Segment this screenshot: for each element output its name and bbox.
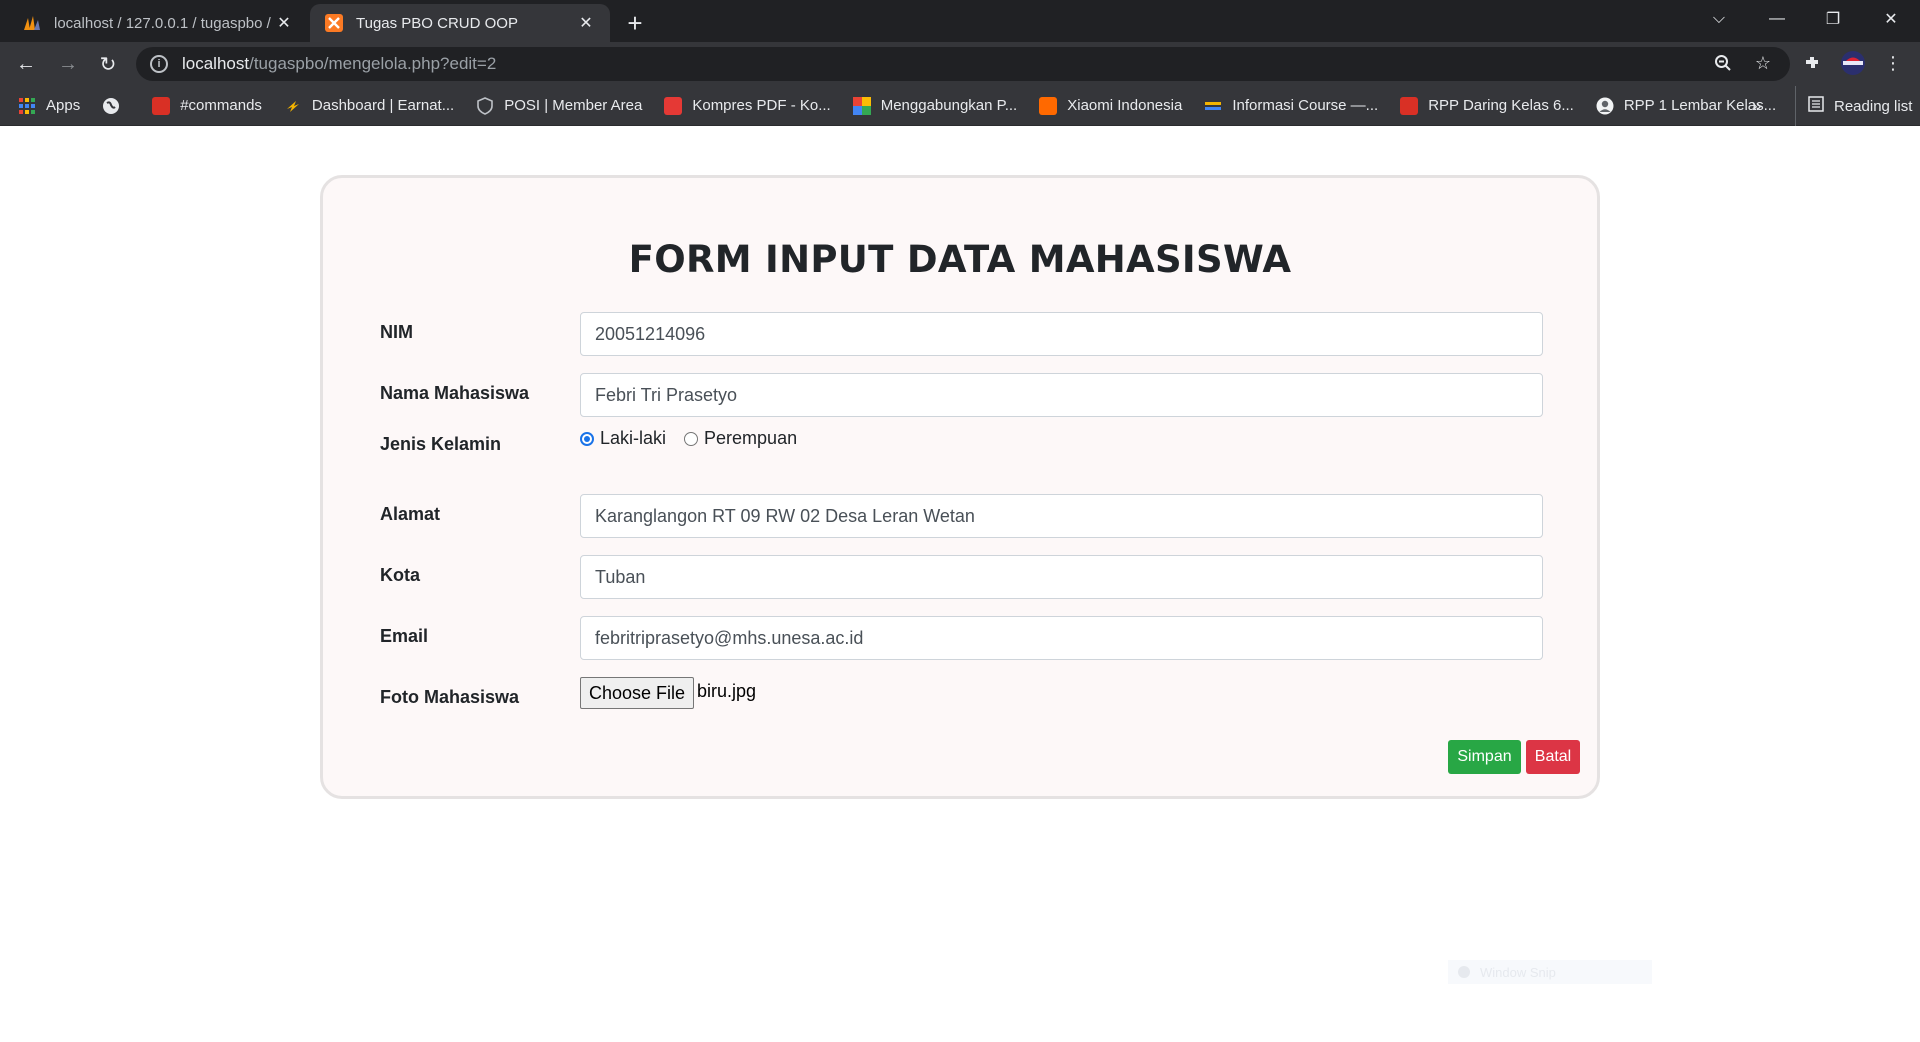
bookmark-rpp-lembar[interactable]: RPP 1 Lembar Kelas... (1596, 97, 1776, 115)
choose-file-button[interactable]: Choose File (580, 677, 695, 709)
globe-icon (102, 97, 120, 115)
alamat-input[interactable]: Karanglangon RT 09 RW 02 Desa Leran Weta… (580, 494, 1543, 538)
foto-label: Foto Mahasiswa (380, 687, 520, 707)
menu-kebab-icon[interactable]: ⋮ (1878, 48, 1908, 78)
nama-input[interactable]: Febri Tri Prasetyo (580, 373, 1543, 417)
back-icon[interactable]: ← (10, 48, 42, 80)
extensions-icon[interactable] (1797, 48, 1827, 78)
row-nim: NIM 20051214096 (380, 312, 1545, 356)
posi-icon (476, 96, 494, 115)
bookmark-posi[interactable]: POSI | Member Area (476, 96, 642, 115)
bookmark-apps[interactable]: Apps (18, 97, 80, 115)
tab-title: localhost / 127.0.0.1 / tugaspbo / (54, 14, 271, 32)
bookmarks-bar: Apps #commands Dashboard | Earnat... POS… (0, 86, 1920, 126)
pdf-icon (664, 96, 683, 115)
forward-icon[interactable]: → (52, 48, 84, 80)
nama-label: Nama Mahasiswa (380, 383, 530, 403)
kota-label: Kota (380, 565, 420, 585)
browser-toolbar: ← → ↻ i localhost/tugaspbo/mengelola.php… (0, 42, 1920, 86)
reading-list-button[interactable]: Reading list (1795, 86, 1912, 126)
bookmark-menggabungkan[interactable]: Menggabungkan P... (852, 96, 1017, 115)
row-jenis-kelamin: Jenis Kelamin Laki-laki Perempuan (380, 428, 1545, 478)
row-nama: Nama Mahasiswa Febri Tri Prasetyo (380, 373, 1545, 417)
person-icon (1596, 97, 1614, 115)
zoom-icon[interactable] (1708, 48, 1738, 78)
nim-input[interactable]: 20051214096 (580, 312, 1543, 356)
tab-strip: localhost / 127.0.0.1 / tugaspbo / ✕ Tug… (0, 0, 1920, 42)
row-actions: Simpan Batal (380, 740, 1580, 784)
row-kota: Kota Tuban (380, 555, 1545, 599)
bookmark-earnat[interactable]: Dashboard | Earnat... (284, 97, 454, 115)
url-text: localhost/tugaspbo/mengelola.php?edit=2 (182, 54, 497, 73)
bookmark-globe[interactable] (102, 97, 130, 115)
email-input[interactable]: febritriprasetyo@mhs.unesa.ac.id (580, 616, 1543, 660)
new-tab-icon[interactable]: + (620, 8, 650, 38)
cancel-button[interactable]: Batal (1526, 740, 1580, 774)
xampp-icon (324, 13, 344, 33)
calendar-icon (152, 96, 171, 115)
email-label: Email (380, 626, 429, 646)
gender-radio-group: Laki-laki Perempuan (580, 428, 815, 449)
alamat-label: Alamat (380, 504, 441, 524)
rpp-icon (1400, 96, 1419, 115)
xiaomi-icon (1039, 96, 1058, 115)
apps-grid-icon (18, 97, 36, 115)
row-alamat: Alamat Karanglangon RT 09 RW 02 Desa Ler… (380, 494, 1545, 538)
bookmark-informasi-course[interactable]: Informasi Course —... (1204, 97, 1378, 115)
reload-icon[interactable]: ↻ (92, 48, 124, 80)
radio-button-unchecked[interactable] (684, 431, 699, 446)
window-close-icon[interactable]: ✕ (1866, 0, 1916, 38)
close-icon[interactable]: ✕ (274, 13, 294, 33)
course-icon (1204, 97, 1222, 115)
page-viewport: FORM INPUT DATA MAHASISWA NIM 2005121409… (0, 127, 1920, 1042)
jenis-kelamin-label: Jenis Kelamin (380, 434, 502, 454)
address-bar[interactable]: i localhost/tugaspbo/mengelola.php?edit=… (136, 47, 1790, 81)
site-info-icon[interactable]: i (150, 55, 168, 73)
reading-list-icon (1808, 96, 1824, 116)
tab-phpmyadmin[interactable]: localhost / 127.0.0.1 / tugaspbo / ✕ (8, 4, 308, 42)
profile-avatar[interactable] (1838, 48, 1868, 78)
bookmark-commands[interactable]: #commands (152, 96, 262, 115)
bookmarks-overflow-icon[interactable]: » (1752, 86, 1761, 126)
radio-button-checked[interactable] (580, 431, 594, 446)
radio-laki-laki[interactable]: Laki-laki (580, 428, 666, 449)
bookmark-xiaomi[interactable]: Xiaomi Indonesia (1039, 96, 1182, 115)
radio-perempuan[interactable]: Perempuan (684, 428, 797, 449)
tab-title: Tugas PBO CRUD OOP (356, 14, 518, 32)
file-name: biru.jpg (697, 681, 757, 701)
save-button[interactable]: Simpan (1448, 740, 1521, 774)
row-email: Email febritriprasetyo@mhs.unesa.ac.id (380, 616, 1545, 660)
tab-search-icon[interactable]: ⌵ (1694, 0, 1744, 38)
restore-icon[interactable]: ❐ (1808, 0, 1858, 38)
window-snip-overlay: Window Snip (1448, 960, 1652, 984)
bookmark-star-icon[interactable]: ☆ (1748, 48, 1778, 78)
tab-crud[interactable]: Tugas PBO CRUD OOP ✕ (310, 4, 610, 42)
close-icon[interactable]: ✕ (576, 13, 596, 33)
earnat-icon (284, 97, 302, 115)
bookmark-rpp-daring[interactable]: RPP Daring Kelas 6... (1400, 96, 1574, 115)
form-title: FORM INPUT DATA MAHASISWA (628, 238, 1292, 281)
nim-label: NIM (380, 322, 413, 342)
form-card: FORM INPUT DATA MAHASISWA NIM 2005121409… (320, 175, 1600, 799)
row-foto: Foto Mahasiswa Choose File biru.jpg (380, 677, 1545, 721)
phpmyadmin-icon (22, 13, 42, 33)
bookmark-kompres-pdf[interactable]: Kompres PDF - Ko... (664, 96, 831, 115)
merge-icon (852, 96, 871, 115)
kota-input[interactable]: Tuban (580, 555, 1543, 599)
minimize-icon[interactable]: — (1752, 0, 1802, 38)
snip-icon (1458, 966, 1470, 978)
